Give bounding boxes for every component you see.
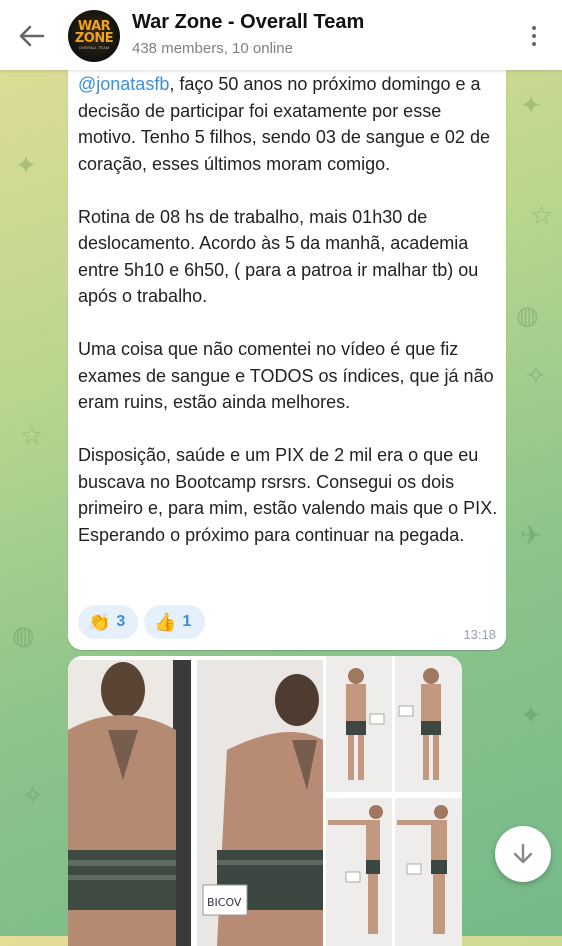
reaction-count: 1 (182, 613, 192, 630)
wallpaper-star-icon: ✦ (520, 90, 542, 120)
dot-icon (532, 26, 536, 30)
wallpaper-planet-icon: ◍ (12, 620, 35, 650)
arrow-left-icon (19, 25, 45, 47)
message-time: 13:18 (463, 627, 496, 642)
arrow-down-icon (513, 843, 533, 864)
group-avatar[interactable]: WAR ZONE OVERALL TEAM (68, 10, 120, 62)
wallpaper-star-icon: ✧ (525, 360, 547, 390)
avatar-text-line3: OVERALL TEAM (78, 45, 110, 50)
album-photo-back-angle[interactable]: BICOV (197, 660, 323, 946)
dot-icon (532, 42, 536, 46)
album-photo-back[interactable] (68, 660, 191, 946)
wallpaper-star-icon: ✦ (520, 700, 542, 730)
user-mention-link[interactable]: @jonatasfb (78, 74, 169, 94)
photo-image (395, 656, 462, 792)
photo-album: BICOV (68, 656, 462, 946)
clap-icon: 👏 (88, 611, 111, 633)
scroll-down-button[interactable] (495, 826, 551, 882)
photo-image (326, 656, 392, 792)
dot-icon (532, 34, 536, 38)
photo-image (395, 798, 462, 946)
album-photo-front[interactable] (326, 656, 392, 792)
reaction-clap[interactable]: 👏 3 (78, 605, 138, 639)
chat-subtitle: 438 members, 10 online (132, 40, 293, 57)
chat-title[interactable]: War Zone - Overall Team (132, 11, 364, 34)
wallpaper-star-icon: ✧ (22, 780, 44, 810)
photo-image (326, 798, 392, 946)
message-text: @jonatasfb, faço 50 anos no próximo domi… (78, 71, 498, 548)
reaction-count: 3 (116, 613, 126, 630)
reaction-thumbs-up[interactable]: 👍 1 (144, 605, 205, 639)
album-photo-side-2[interactable] (395, 798, 462, 946)
wallpaper-star-icon: ☆ (20, 420, 44, 450)
more-options-button[interactable] (524, 20, 544, 52)
thumbs-up-icon: 👍 (154, 611, 177, 633)
message-bubble[interactable]: @jonatasfb, faço 50 anos no próximo domi… (68, 58, 506, 650)
photo-label: BICOV (207, 896, 242, 909)
wallpaper-star-icon: ☆ (530, 200, 554, 230)
wallpaper-rocket-icon: ✈ (520, 520, 542, 550)
message-body: , faço 50 anos no próximo domingo e a de… (78, 74, 498, 545)
wallpaper-planet-icon: ◍ (516, 300, 539, 330)
chat-header: WAR ZONE OVERALL TEAM War Zone - Overall… (0, 0, 562, 70)
back-button[interactable] (14, 18, 50, 54)
wallpaper-star-icon: ✦ (15, 150, 37, 180)
album-photo-front-2[interactable] (395, 656, 462, 792)
avatar-text-line2: ZONE (74, 31, 114, 46)
photo-image (68, 660, 191, 946)
photo-image: BICOV (197, 660, 323, 946)
album-photo-side[interactable] (326, 798, 392, 946)
